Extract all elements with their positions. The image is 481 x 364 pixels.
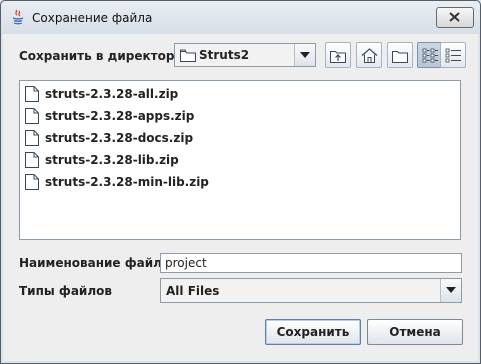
file-icon: [25, 152, 39, 168]
filename-field[interactable]: [160, 253, 462, 273]
title-bar[interactable]: Сохранение файла: [1, 1, 480, 34]
filetype-selected: All Files: [166, 284, 220, 298]
close-icon: [449, 12, 460, 22]
save-button[interactable]: Сохранить: [265, 319, 361, 345]
details-view-icon: [445, 48, 461, 63]
list-view-icon: [422, 48, 438, 63]
folder-up-icon: [330, 51, 346, 63]
up-one-level-button[interactable]: [325, 42, 351, 68]
file-name: struts-2.3.28-apps.zip: [45, 109, 195, 123]
filetype-select[interactable]: All Files: [160, 278, 462, 303]
file-icon: [25, 130, 39, 146]
window-title: Сохранение файла: [32, 11, 153, 25]
file-icon: [25, 108, 39, 124]
file-name: struts-2.3.28-docs.zip: [45, 131, 194, 145]
directory-dropdown-button[interactable]: [294, 44, 315, 66]
save-file-dialog: Сохранение файла Сохранить в директории …: [0, 0, 481, 364]
java-app-icon: [12, 9, 24, 25]
file-list[interactable]: struts-2.3.28-all.zip struts-2.3.28-apps…: [19, 80, 461, 240]
close-button[interactable]: [436, 7, 474, 28]
file-icon: [25, 86, 39, 102]
filename-input[interactable]: [161, 254, 459, 272]
directory-label: Сохранить в директории: [19, 49, 192, 63]
filename-label: Наименование файла: [19, 256, 171, 270]
cancel-button[interactable]: Отмена: [367, 319, 463, 345]
file-name: struts-2.3.28-all.zip: [45, 87, 179, 101]
filetype-label: Типы файлов: [19, 284, 112, 298]
details-view-button[interactable]: [440, 42, 466, 68]
current-directory: Struts2: [199, 48, 250, 62]
home-icon: [361, 48, 378, 63]
filetype-dropdown-button[interactable]: [440, 279, 461, 302]
file-icon: [25, 174, 39, 190]
folder-icon: [180, 49, 196, 62]
home-button[interactable]: [356, 42, 382, 68]
directory-select[interactable]: Struts2: [174, 43, 316, 67]
chevron-down-icon: [446, 287, 456, 293]
chevron-down-icon: [300, 52, 310, 58]
new-folder-icon: [392, 51, 408, 63]
dialog-content: Сохранить в директории Struts2 struts-2.…: [3, 34, 478, 361]
new-folder-button[interactable]: [387, 42, 413, 68]
file-name: struts-2.3.28-lib.zip: [45, 153, 179, 167]
file-name: struts-2.3.28-min-lib.zip: [45, 175, 209, 189]
